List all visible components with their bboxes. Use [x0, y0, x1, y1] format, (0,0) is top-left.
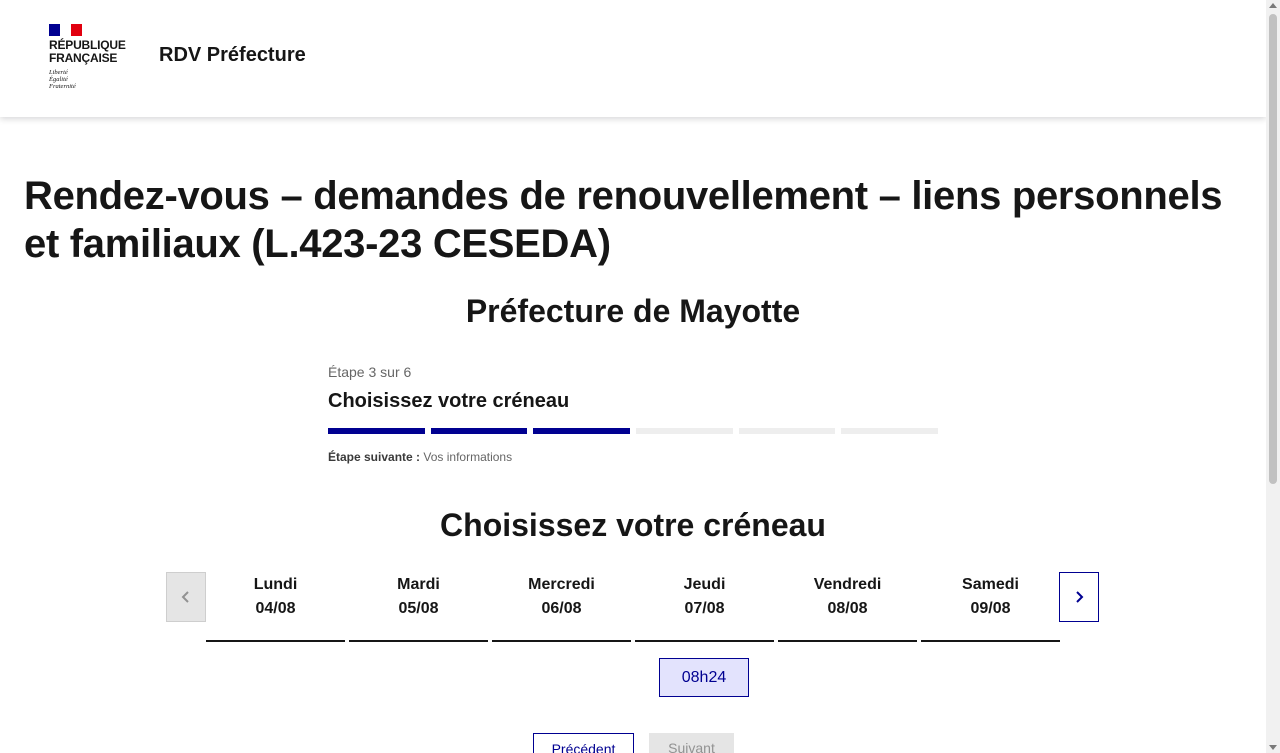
- step-next-value: Vos informations: [423, 450, 513, 464]
- republique-francaise-logo[interactable]: RÉPUBLIQUE FRANÇAISE Liberté Égalité Fra…: [49, 24, 139, 90]
- previous-week-button[interactable]: [166, 572, 206, 622]
- time-slot-button[interactable]: 08h24: [659, 658, 749, 697]
- step-segment: [533, 428, 631, 434]
- step-segment: [430, 428, 528, 434]
- prefecture-title: Préfecture de Mayotte: [465, 293, 801, 329]
- service-title[interactable]: RDV Préfecture: [159, 44, 306, 67]
- day-name: Mardi: [397, 576, 440, 593]
- day-name: Samedi: [962, 576, 1019, 593]
- day-date: 05/08: [398, 600, 439, 617]
- step-next: Étape suivante : Vos informations: [328, 450, 938, 464]
- day-name: Vendredi: [813, 576, 882, 593]
- step-progress-bar: [328, 428, 939, 434]
- day-name: Mercredi: [528, 576, 595, 593]
- day-date: 06/08: [541, 600, 582, 617]
- slots-title: Choisissez votre créneau: [440, 507, 826, 543]
- step-segment: [636, 428, 733, 434]
- scrollbar[interactable]: [1266, 0, 1280, 753]
- step-title: Choisissez votre créneau: [328, 390, 570, 412]
- step-segment: [841, 428, 939, 434]
- day-name: Jeudi: [683, 576, 726, 593]
- logo-line: FRANÇAISE: [49, 51, 118, 65]
- day-column: Vendredi 08/08: [778, 572, 917, 642]
- day-column: Lundi 04/08: [206, 572, 345, 642]
- day-date: 04/08: [255, 600, 296, 617]
- day-date: 09/08: [970, 600, 1011, 617]
- day-column: Samedi 09/08: [921, 572, 1060, 642]
- next-button[interactable]: Suivant: [649, 733, 734, 753]
- day-date: 08/08: [827, 600, 868, 617]
- page-title: Rendez-vous – demandes de renouvellement…: [24, 174, 1223, 266]
- french-flag-icon: [49, 24, 82, 36]
- motto-line: Fraternité: [49, 83, 76, 90]
- logo-motto: Liberté Égalité Fraternité: [49, 69, 139, 90]
- site-header: RÉPUBLIQUE FRANÇAISE Liberté Égalité Fra…: [0, 0, 1266, 117]
- step-state: Étape 3 sur 6: [328, 364, 412, 380]
- day-date: 07/08: [684, 600, 725, 617]
- stepper: Étape 3 sur 6 Choisissez votre créneau É…: [328, 364, 939, 464]
- step-segment: [328, 428, 425, 434]
- days-row: Lundi 04/08 Mardi 05/08 Mercredi 06/08 J…: [206, 572, 1060, 642]
- day-column: Jeudi 07/08: [635, 572, 774, 642]
- scroll-down-arrow-icon[interactable]: [1269, 745, 1277, 750]
- chevron-left-icon: [181, 591, 189, 603]
- day-column: Mercredi 06/08: [492, 572, 631, 642]
- day-column: Mardi 05/08: [349, 572, 488, 642]
- motto-line: Liberté: [49, 69, 68, 76]
- previous-button[interactable]: Précédent: [533, 733, 634, 753]
- logo-text: RÉPUBLIQUE FRANÇAISE: [49, 39, 139, 65]
- scroll-thumb[interactable]: [1269, 14, 1277, 484]
- day-name: Lundi: [253, 576, 298, 593]
- next-week-button[interactable]: [1059, 572, 1099, 622]
- scroll-up-arrow-icon[interactable]: [1269, 3, 1277, 8]
- motto-line: Égalité: [49, 76, 68, 83]
- step-segment: [738, 428, 836, 434]
- chevron-right-icon: [1076, 591, 1084, 603]
- step-next-label: Étape suivante :: [328, 450, 421, 464]
